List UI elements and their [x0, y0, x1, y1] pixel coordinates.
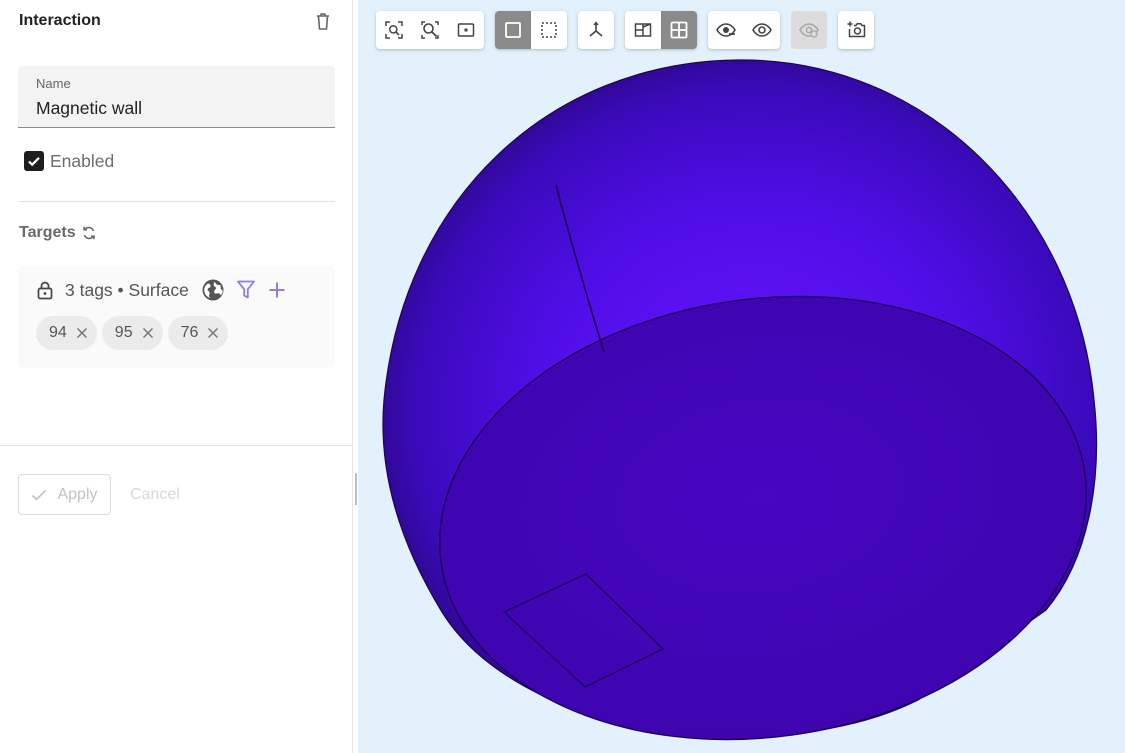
remove-tag-button[interactable] — [142, 327, 154, 339]
enabled-checkbox-row[interactable]: Enabled — [24, 150, 114, 172]
zoom-fit-button[interactable] — [376, 11, 412, 49]
targets-label: Targets — [19, 224, 76, 241]
tags-summary-row: 3 tags • Surface — [36, 278, 287, 302]
targets-box: 3 tags • Surface 94 95 76 — [18, 266, 335, 368]
checkmark-icon — [28, 157, 40, 167]
zoom-region-button[interactable] — [448, 11, 484, 49]
tags-summary: 3 tags • Surface — [65, 279, 189, 300]
panel-title: Interaction — [19, 12, 101, 29]
name-input[interactable]: Magnetic wall — [36, 98, 142, 119]
check-icon — [32, 489, 47, 501]
divider — [18, 201, 335, 202]
tag-chip: 94 — [36, 316, 97, 350]
quad-view-icon — [670, 21, 688, 39]
refresh-icon[interactable] — [81, 225, 97, 241]
visibility-settings-icon — [799, 23, 819, 38]
perspective-view-button[interactable] — [625, 11, 661, 49]
zoom-selection-button[interactable] — [412, 11, 448, 49]
apply-label: Apply — [57, 485, 98, 503]
name-field[interactable]: Name Magnetic wall — [18, 66, 335, 128]
close-icon — [208, 327, 219, 339]
show-eye-icon — [752, 23, 772, 37]
dashed-box-button[interactable] — [531, 11, 567, 49]
hide-eye-icon — [716, 23, 736, 37]
zoom-region-icon — [457, 23, 475, 37]
close-icon — [142, 327, 153, 339]
apply-button[interactable]: Apply — [18, 474, 111, 515]
solid-box-icon — [505, 22, 521, 38]
visibility-group — [708, 11, 780, 49]
cancel-label: Cancel — [130, 485, 180, 503]
show-button[interactable] — [744, 11, 780, 49]
trash-icon — [317, 13, 329, 30]
screenshot-group — [838, 11, 874, 49]
tag-chip-label: 94 — [49, 324, 67, 341]
tag-chip-label: 76 — [180, 324, 199, 341]
remove-tag-button[interactable] — [76, 327, 88, 339]
quad-view-button[interactable] — [661, 11, 697, 49]
visibility-settings-group — [791, 11, 827, 49]
dashed-box-icon — [541, 22, 557, 38]
selection-mode-group — [495, 11, 567, 49]
interaction-panel: Interaction Name Magnetic wall Enabled T… — [0, 0, 353, 753]
screenshot-button[interactable] — [838, 11, 874, 49]
visibility-settings-button[interactable] — [791, 11, 827, 49]
axes-button[interactable] — [578, 11, 614, 49]
add-target-icon[interactable] — [267, 280, 287, 300]
lock-icon[interactable] — [36, 280, 54, 300]
close-icon — [76, 327, 87, 339]
enabled-label: Enabled — [50, 150, 115, 171]
targets-header: Targets — [19, 222, 97, 244]
panel-resize-handle[interactable] — [355, 473, 357, 505]
tag-chip: 95 — [101, 316, 163, 350]
globe-icon[interactable] — [201, 278, 225, 302]
tag-chip: 76 — [167, 316, 229, 350]
hide-button[interactable] — [708, 11, 744, 49]
zoom-fit-icon — [385, 21, 403, 39]
remove-tag-button[interactable] — [207, 327, 219, 339]
axes-group — [578, 11, 614, 49]
enabled-checkbox[interactable] — [24, 151, 44, 171]
name-label: Name — [36, 76, 71, 91]
screenshot-icon — [847, 21, 866, 38]
filter-icon[interactable] — [236, 279, 256, 301]
delete-button[interactable] — [312, 10, 334, 32]
zoom-tools-group — [376, 11, 484, 49]
view-layout-group — [625, 11, 697, 49]
solid-box-button[interactable] — [495, 11, 531, 49]
model-canvas[interactable] — [358, 0, 1125, 753]
panel-header: Interaction — [19, 10, 334, 32]
3d-viewport[interactable] — [358, 0, 1125, 753]
divider — [0, 445, 353, 446]
tag-chips: 94 95 76 — [36, 316, 229, 350]
tag-chip-label: 95 — [114, 324, 133, 341]
zoom-selection-icon — [421, 21, 439, 39]
perspective-view-icon — [634, 23, 652, 37]
viewport-toolbar — [376, 11, 874, 49]
axes-icon — [589, 21, 603, 37]
cancel-button[interactable]: Cancel — [130, 474, 180, 515]
